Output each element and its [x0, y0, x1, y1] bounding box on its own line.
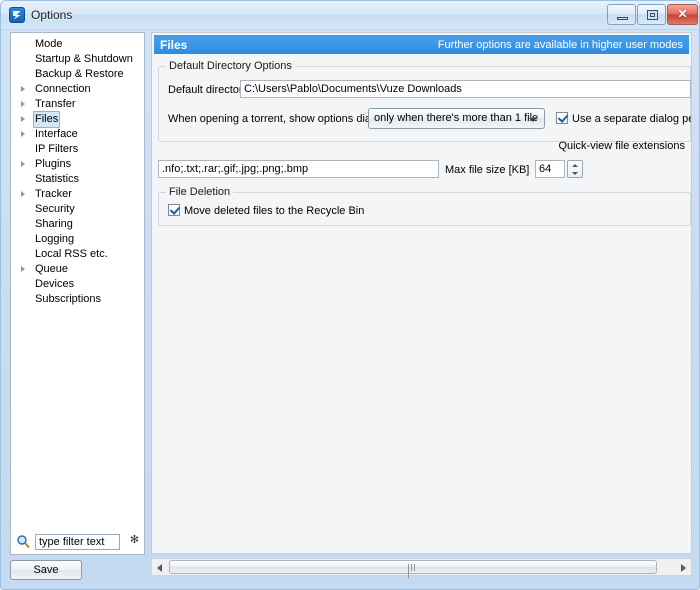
sidebar-item-label: Backup & Restore [35, 68, 124, 80]
sidebar-item-connection[interactable]: Connection [11, 82, 144, 97]
recycle-bin-label: Move deleted files to the Recycle Bin [184, 205, 365, 217]
sidebar-item-label: Sharing [35, 218, 73, 230]
sidebar-item-label: Files [33, 111, 61, 128]
sidebar-item-devices[interactable]: Devices [11, 277, 144, 292]
scroll-right-button[interactable] [676, 559, 691, 575]
title-bar: Options ✕ [1, 1, 699, 30]
sidebar-item-label: IP Filters [35, 143, 79, 155]
quick-view-extensions-input[interactable] [158, 160, 439, 178]
close-icon: ✕ [677, 7, 688, 21]
save-button[interactable]: Save [10, 560, 82, 580]
scrollbar-thumb[interactable] [169, 560, 657, 578]
sidebar-item-subscriptions[interactable]: Subscriptions [11, 292, 144, 307]
grip-icon [408, 564, 419, 578]
max-file-size-input[interactable] [535, 160, 565, 178]
chevron-right-icon[interactable] [21, 116, 25, 122]
sidebar-item-startup-shutdown[interactable]: Startup & Shutdown [11, 52, 144, 67]
user-mode-note: Further options are available in higher … [437, 39, 683, 51]
files-settings-panel: Files Further options are available in h… [151, 32, 692, 554]
checkbox-icon [556, 112, 568, 124]
max-file-size-label: Max file size [KB] [445, 164, 530, 176]
default-directory-input[interactable] [240, 80, 691, 98]
sidebar-item-security[interactable]: Security [11, 202, 144, 217]
sidebar-item-backup-restore[interactable]: Backup & Restore [11, 67, 144, 82]
sidebar-item-transfer[interactable]: Transfer [11, 97, 144, 112]
recycle-bin-checkbox[interactable]: Move deleted files to the Recycle Bin [168, 204, 364, 217]
sidebar-item-queue[interactable]: Queue [11, 262, 144, 277]
sidebar-item-tracker[interactable]: Tracker [11, 187, 144, 202]
close-button[interactable]: ✕ [667, 4, 698, 25]
sidebar-item-interface[interactable]: Interface [11, 127, 144, 142]
panel-header: Files Further options are available in h… [154, 35, 689, 54]
sidebar-item-label: Transfer [35, 98, 76, 110]
sidebar-item-label: Devices [35, 278, 75, 290]
stepper-up-button[interactable] [568, 161, 582, 169]
sidebar-item-label: Connection [35, 83, 91, 95]
window-title: Options [31, 8, 73, 22]
chevron-right-icon[interactable] [21, 101, 25, 107]
scroll-left-button[interactable] [152, 559, 167, 575]
default-directory-label: Default directory: [168, 84, 252, 96]
sidebar-item-mode[interactable]: Mode [11, 37, 144, 52]
sidebar-item-sharing[interactable]: Sharing [11, 217, 144, 232]
vuze-logo-icon [9, 7, 25, 23]
sidebar-item-label: Tracker [35, 188, 72, 200]
search-icon [16, 534, 31, 549]
sidebar-item-label: Logging [35, 233, 75, 245]
chevron-up-icon [572, 164, 578, 167]
sidebar-item-label: Statistics [35, 173, 80, 185]
group-title-default-directory: Default Directory Options [166, 60, 295, 72]
sidebar-item-local-rss[interactable]: Local RSS etc. [11, 247, 144, 262]
checkbox-icon [168, 204, 180, 216]
chevron-right-icon[interactable] [21, 161, 25, 167]
page-title: Files [160, 38, 188, 52]
filter-box: ✻ [10, 530, 145, 555]
sidebar-item-files[interactable]: Files [11, 111, 144, 128]
sidebar-item-label: Mode [35, 38, 63, 50]
sidebar-item-label: Interface [35, 128, 78, 140]
maximize-button[interactable] [637, 4, 666, 25]
filter-input[interactable] [35, 534, 120, 550]
torrent-dialog-select[interactable]: only when there's more than 1 file [368, 108, 545, 129]
window-controls: ✕ [606, 4, 698, 26]
separate-dialog-checkbox[interactable]: Use a separate dialog per t [556, 112, 691, 125]
options-window: Options ✕ Mode Startup & Shutdown Backup… [0, 0, 700, 590]
sidebar-item-label: Subscriptions [35, 293, 102, 305]
chevron-right-icon[interactable] [21, 191, 25, 197]
chevron-down-icon [529, 118, 537, 122]
minimize-icon [617, 17, 628, 20]
chevron-right-icon[interactable] [21, 266, 25, 272]
chevron-right-icon[interactable] [21, 86, 25, 92]
default-directory-options-group: Default Directory Options [158, 60, 691, 142]
sidebar-item-label: Startup & Shutdown [35, 53, 133, 65]
sidebar-item-logging[interactable]: Logging [11, 232, 144, 247]
maximize-icon [647, 10, 658, 20]
sidebar-item-statistics[interactable]: Statistics [11, 172, 144, 187]
minimize-button[interactable] [607, 4, 636, 25]
sidebar-item-label: Plugins [35, 158, 72, 170]
separate-dialog-label: Use a separate dialog per t [572, 113, 691, 125]
sidebar-item-ip-filters[interactable]: IP Filters [11, 142, 144, 157]
dialog-body: Mode Startup & Shutdown Backup & Restore… [1, 30, 699, 589]
chevron-right-icon[interactable] [21, 131, 25, 137]
sidebar-item-label: Local RSS etc. [35, 248, 108, 260]
chevron-down-icon [572, 172, 578, 175]
group-title-file-deletion: File Deletion [166, 186, 234, 198]
torrent-dialog-label: When opening a torrent, show options dia… [168, 113, 389, 125]
max-file-size-stepper[interactable] [567, 160, 583, 178]
horizontal-scrollbar[interactable] [151, 558, 692, 578]
quick-view-heading: Quick-view file extensions [558, 140, 685, 152]
settings-tree[interactable]: Mode Startup & Shutdown Backup & Restore… [10, 32, 145, 554]
panel-content: Default Directory Options Default direct… [152, 56, 691, 553]
torrent-dialog-value: only when there's more than 1 file [374, 112, 539, 124]
sidebar-item-plugins[interactable]: Plugins [11, 157, 144, 172]
clear-filter-icon[interactable]: ✻ [129, 535, 140, 546]
sidebar-item-label: Queue [35, 263, 69, 275]
arrow-left-icon [157, 564, 162, 572]
stepper-down-button[interactable] [568, 169, 582, 177]
sidebar-item-label: Security [35, 203, 75, 215]
arrow-right-icon [681, 564, 686, 572]
